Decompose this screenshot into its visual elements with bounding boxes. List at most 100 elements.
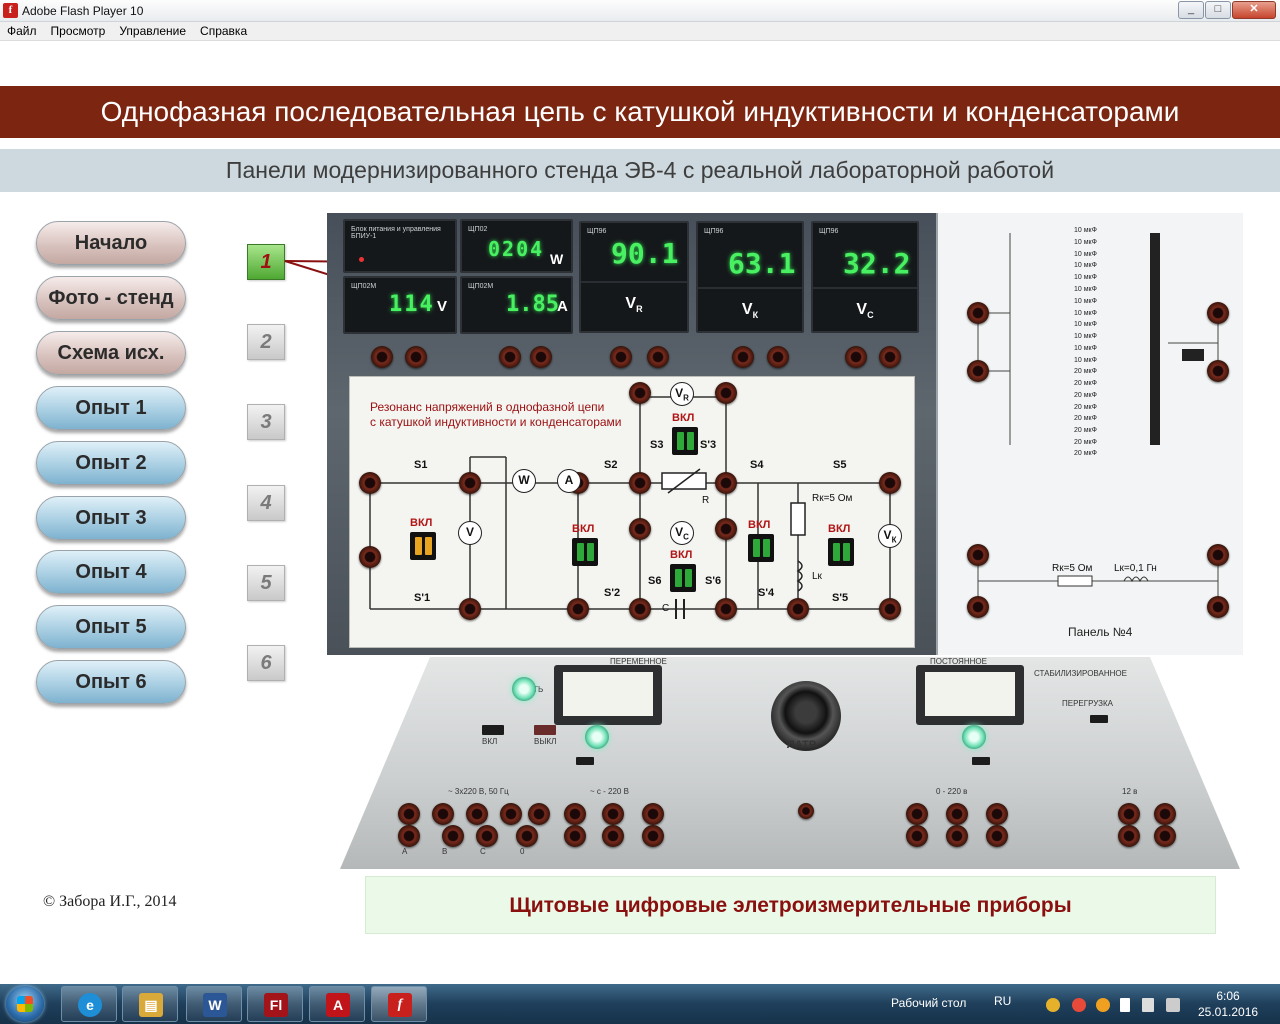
console-socket[interactable] [986, 825, 1008, 847]
terminal-socket[interactable] [715, 518, 737, 540]
console-socket[interactable] [602, 803, 624, 825]
terminal-socket[interactable] [715, 598, 737, 620]
terminal-socket[interactable] [610, 346, 632, 368]
taskbar-acrobat-button[interactable]: A [309, 986, 365, 1022]
terminal-socket[interactable] [629, 382, 651, 404]
minimize-icon[interactable]: _ [1178, 1, 1204, 19]
nav-start-button[interactable]: Начало [36, 221, 186, 265]
console-socket[interactable] [564, 825, 586, 847]
terminal-socket[interactable] [530, 346, 552, 368]
console-socket[interactable] [432, 803, 454, 825]
console-socket[interactable] [516, 825, 538, 847]
maximize-icon[interactable]: □ [1205, 1, 1231, 19]
nav-experiment-2-button[interactable]: Опыт 2 [36, 441, 186, 485]
terminal-socket[interactable] [967, 360, 989, 382]
switch-s1-toggle[interactable] [410, 532, 436, 560]
taskbar-flash-pro-button[interactable]: Fl [247, 986, 303, 1022]
terminal-socket[interactable] [405, 346, 427, 368]
taskbar-explorer-button[interactable]: ▤ [122, 986, 178, 1022]
console-socket[interactable] [398, 803, 420, 825]
console-socket[interactable] [642, 825, 664, 847]
terminal-socket[interactable] [879, 598, 901, 620]
console-socket[interactable] [398, 825, 420, 847]
taskbar-word-button[interactable]: W [186, 986, 242, 1022]
terminal-socket[interactable] [787, 598, 809, 620]
ground-socket[interactable] [798, 803, 814, 819]
nav-photo-button[interactable]: Фото - стенд [36, 276, 186, 320]
console-socket[interactable] [986, 803, 1008, 825]
step-3-button[interactable]: 3 [247, 404, 285, 440]
flag-icon[interactable] [1120, 998, 1130, 1012]
console-socket[interactable] [946, 803, 968, 825]
menu-help[interactable]: Справка [200, 22, 247, 40]
terminal-socket[interactable] [459, 598, 481, 620]
nav-scheme-button[interactable]: Схема исх. [36, 331, 186, 375]
terminal-socket[interactable] [459, 472, 481, 494]
menu-file[interactable]: Файл [7, 22, 37, 40]
step-2-button[interactable]: 2 [247, 324, 285, 360]
step-5-button[interactable]: 5 [247, 565, 285, 601]
console-socket[interactable] [466, 803, 488, 825]
tray-update-icon[interactable] [1096, 998, 1110, 1012]
step-4-button[interactable]: 4 [247, 485, 285, 521]
terminal-socket[interactable] [1207, 360, 1229, 382]
terminal-socket[interactable] [629, 472, 651, 494]
switch-s6-toggle[interactable] [670, 564, 696, 592]
window-title-bar[interactable]: f Adobe Flash Player 10 _ □ ✕ [0, 0, 1280, 22]
terminal-socket[interactable] [715, 382, 737, 404]
switch-s4-toggle[interactable] [748, 534, 774, 562]
volume-icon[interactable] [1166, 998, 1180, 1012]
terminal-socket[interactable] [967, 596, 989, 618]
terminal-socket[interactable] [629, 518, 651, 540]
terminal-socket[interactable] [359, 472, 381, 494]
taskbar-ie-button[interactable]: e [61, 986, 117, 1022]
terminal-socket[interactable] [1207, 302, 1229, 324]
terminal-socket[interactable] [359, 546, 381, 568]
terminal-socket[interactable] [371, 346, 393, 368]
console-socket[interactable] [1154, 825, 1176, 847]
terminal-socket[interactable] [567, 598, 589, 620]
console-socket[interactable] [500, 803, 522, 825]
terminal-socket[interactable] [715, 472, 737, 494]
nav-experiment-6-button[interactable]: Опыт 6 [36, 660, 186, 704]
nav-experiment-4-button[interactable]: Опыт 4 [36, 550, 186, 594]
terminal-socket[interactable] [499, 346, 521, 368]
desktop-toolbar-label[interactable]: Рабочий стол [891, 996, 966, 1010]
taskbar-flash-player-button[interactable]: f [371, 986, 427, 1022]
switch-s2-toggle[interactable] [572, 538, 598, 566]
tray-app-icon[interactable] [1046, 998, 1060, 1012]
terminal-socket[interactable] [1207, 596, 1229, 618]
console-socket[interactable] [1154, 803, 1176, 825]
terminal-socket[interactable] [967, 302, 989, 324]
console-socket[interactable] [906, 825, 928, 847]
terminal-socket[interactable] [1207, 544, 1229, 566]
nav-experiment-3-button[interactable]: Опыт 3 [36, 496, 186, 540]
console-socket[interactable] [946, 825, 968, 847]
language-indicator[interactable]: RU [994, 994, 1011, 1008]
console-socket[interactable] [602, 825, 624, 847]
terminal-socket[interactable] [767, 346, 789, 368]
console-socket[interactable] [476, 825, 498, 847]
close-icon[interactable]: ✕ [1232, 1, 1276, 19]
terminal-socket[interactable] [879, 346, 901, 368]
nav-experiment-1-button[interactable]: Опыт 1 [36, 386, 186, 430]
terminal-socket[interactable] [629, 598, 651, 620]
console-socket[interactable] [906, 803, 928, 825]
terminal-socket[interactable] [845, 346, 867, 368]
console-socket[interactable] [642, 803, 664, 825]
menu-control[interactable]: Управление [119, 22, 186, 40]
step-6-button[interactable]: 6 [247, 645, 285, 681]
tray-antivirus-icon[interactable] [1072, 998, 1086, 1012]
on-button[interactable] [482, 725, 504, 735]
terminal-socket[interactable] [732, 346, 754, 368]
switch-s5-toggle[interactable] [828, 538, 854, 566]
console-socket[interactable] [442, 825, 464, 847]
switch-s3-toggle[interactable] [672, 427, 698, 455]
console-socket[interactable] [1118, 825, 1140, 847]
nav-experiment-5-button[interactable]: Опыт 5 [36, 605, 186, 649]
console-socket[interactable] [564, 803, 586, 825]
console-socket[interactable] [528, 803, 550, 825]
console-socket[interactable] [1118, 803, 1140, 825]
terminal-socket[interactable] [647, 346, 669, 368]
tray-clock[interactable]: 6:06 25.01.2016 [1198, 988, 1258, 1020]
